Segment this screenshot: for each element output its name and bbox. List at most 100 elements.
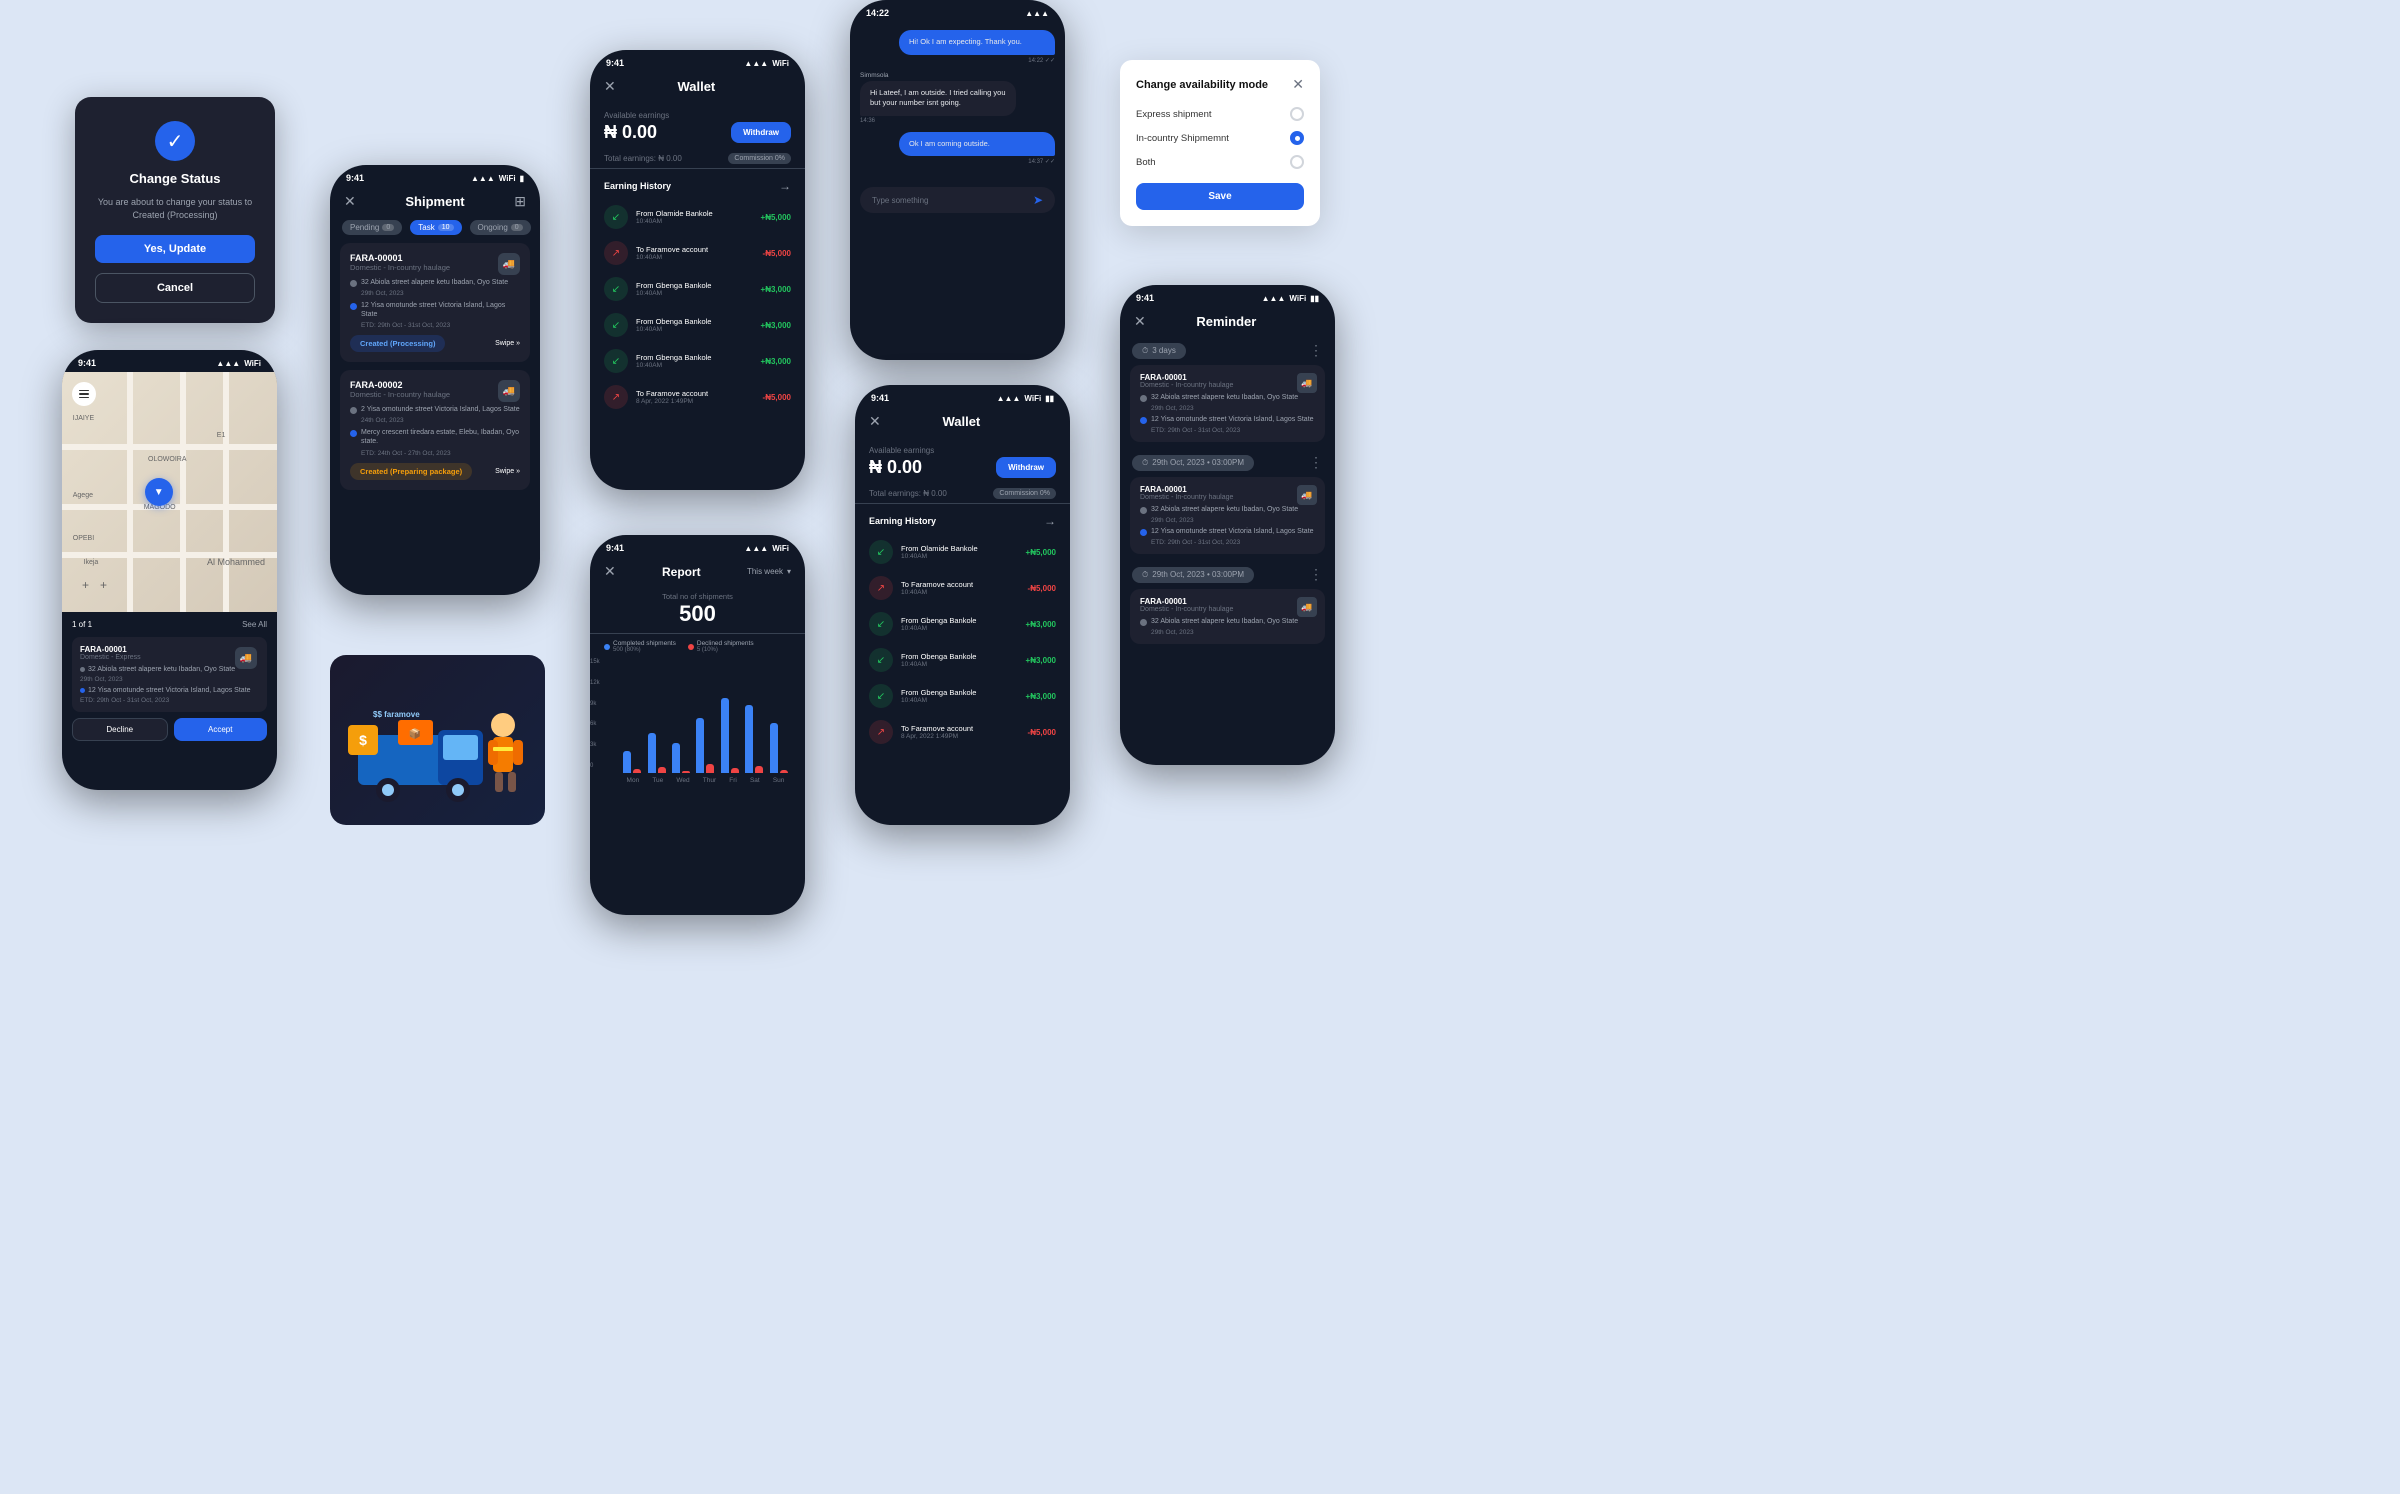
accept-button[interactable]: Accept <box>174 718 268 741</box>
tab-task[interactable]: Task 10 <box>410 220 461 235</box>
close-icon[interactable]: ✕ <box>604 78 616 95</box>
reminder-dots-3[interactable]: ⋮ <box>1309 566 1323 583</box>
status-badge: Created (Processing) <box>350 335 445 352</box>
signal-icon: ▲▲▲ <box>1025 9 1049 18</box>
close-icon[interactable]: ✕ <box>1292 76 1304 93</box>
chat-input-area[interactable]: Type something ➤ <box>860 187 1055 213</box>
y-label-3k: 3k <box>590 742 600 748</box>
tab-ongoing-badge: 0 <box>511 224 523 231</box>
option-express[interactable]: Express shipment <box>1136 107 1304 121</box>
week-selector[interactable]: This week ▾ <box>747 567 791 576</box>
illustration-svg: $ 📦 $$ faramove <box>338 675 538 805</box>
signal-icon: ▲▲▲ <box>744 544 768 553</box>
option-both-label: Both <box>1136 157 1156 168</box>
decline-button[interactable]: Decline <box>72 718 168 741</box>
time-label: 9:41 <box>78 358 96 368</box>
battery-icon: ▮ <box>520 174 524 183</box>
map-label-agege: Agege <box>73 492 93 499</box>
radio-express[interactable] <box>1290 107 1304 121</box>
illustration-box: $ 📦 $$ faramove <box>330 655 545 825</box>
phone-header: ✕ Wallet <box>855 407 1070 436</box>
modal-title: Change availability mode <box>1136 79 1268 91</box>
chart-labels: Mon Tue Wed Thur Fri Sat Sun <box>616 773 795 784</box>
y-label-0: 0 <box>590 763 600 769</box>
total-earnings-row: Total earnings: ₦ 0.00 Commission 0% <box>590 149 805 169</box>
wifi-icon: WiFi <box>1024 394 1041 403</box>
r-earning-item-5: ↙ From Gbenga Bankole 10:40AM +₦3,000 <box>855 678 1070 714</box>
filter-icon[interactable]: ⊞ <box>514 193 526 210</box>
day-thur: Thur <box>703 777 716 784</box>
radio-both[interactable] <box>1290 155 1304 169</box>
report-stats: Total no of shipments 500 <box>590 586 805 634</box>
radio-incountry[interactable] <box>1290 131 1304 145</box>
close-icon[interactable]: ✕ <box>604 563 616 580</box>
bar-group-sun <box>770 723 788 773</box>
bar-group-fri <box>721 698 739 773</box>
option-express-label: Express shipment <box>1136 109 1212 120</box>
truck-icon: 🚚 <box>1297 373 1317 393</box>
total-earnings-row: Total earnings: ₦ 0.00 Commission 0% <box>855 484 1070 504</box>
chat-bubble-2: Hi Lateef, I am outside. I tried calling… <box>860 81 1016 116</box>
send-button[interactable]: ➤ <box>1033 193 1043 207</box>
y-label-9k: 9k <box>590 701 600 707</box>
shipment-card-1: 🚚 FARA-00001 Domestic - In-country haula… <box>340 243 530 362</box>
chat-phone: 14:22 ▲▲▲ Hi! Ok I am expecting. Thank y… <box>850 0 1065 360</box>
from-dot <box>1140 619 1147 626</box>
close-icon[interactable]: ✕ <box>344 193 356 210</box>
list-header: 1 of 1 See All <box>72 620 267 629</box>
swipe-button[interactable]: Swipe » <box>495 468 520 475</box>
close-icon[interactable]: ✕ <box>1134 313 1146 330</box>
earnings-label: Available earnings <box>869 446 1056 455</box>
option-both[interactable]: Both <box>1136 155 1304 169</box>
svg-text:$: $ <box>359 732 367 748</box>
menu-button[interactable] <box>72 382 96 406</box>
yes-update-button[interactable]: Yes, Update <box>95 235 255 263</box>
reminder-dots-1[interactable]: ⋮ <box>1309 342 1323 359</box>
earning-history-arrow[interactable]: → <box>779 179 791 193</box>
earning-details: From Olamide Bankole 10:40AM <box>901 544 1018 560</box>
status-bar: 14:22 ▲▲▲ <box>850 0 1065 22</box>
reminder-card-1: 🚚 FARA-00001 Domestic - In-country haula… <box>1130 365 1325 442</box>
time-badge-3: ⏱ 29th Oct, 2023 • 03:00PM <box>1132 567 1254 583</box>
earning-icon-6: ↗ <box>604 385 628 409</box>
week-label: This week <box>747 567 783 576</box>
earning-history-arrow[interactable]: → <box>1044 514 1056 528</box>
bar-group-wed <box>672 743 690 773</box>
earning-details: To Faramove account 10:40AM <box>901 580 1020 596</box>
tab-pending-label: Pending <box>350 223 379 232</box>
shipment-id: FARA-00001 <box>80 645 259 654</box>
earning-details: From Obenga Bankole 10:40AM <box>901 652 1018 668</box>
reminder-id-2: FARA-00001 <box>1140 485 1315 494</box>
chat-time-3: 14:37 ✓✓ <box>899 158 1055 165</box>
reminder-id-1: FARA-00001 <box>1140 373 1315 382</box>
total-earnings-text: Total earnings: ₦ 0.00 <box>869 489 947 498</box>
option-incountry-label: In-country Shipmemnt <box>1136 133 1229 144</box>
from-date: 24th Oct, 2023 <box>361 417 520 424</box>
bar-mon-red <box>633 769 641 773</box>
option-incountry[interactable]: In-country Shipmemnt <box>1136 131 1304 145</box>
save-button[interactable]: Save <box>1136 183 1304 210</box>
tab-pending[interactable]: Pending 0 <box>342 220 402 235</box>
withdraw-button[interactable]: Withdraw <box>996 457 1056 478</box>
status-bar: 9:41 ▲▲▲ WiFi <box>62 350 277 372</box>
cancel-button[interactable]: Cancel <box>95 273 255 303</box>
reminder-section-2-header: ⏱ 29th Oct, 2023 • 03:00PM ⋮ <box>1120 448 1335 477</box>
bar-wed-red <box>682 771 690 773</box>
balance-section: Available earnings ₦ 0.00 Withdraw <box>855 436 1070 484</box>
tab-ongoing[interactable]: Ongoing 0 <box>470 220 531 235</box>
withdraw-button[interactable]: Withdraw <box>731 122 791 143</box>
see-all-link[interactable]: See All <box>242 620 267 629</box>
pagination-label: 1 of 1 <box>72 620 92 629</box>
time-label: 9:41 <box>606 58 624 68</box>
from-date: 29th Oct, 2023 <box>80 676 259 683</box>
commission-badge: Commission 0% <box>993 488 1056 499</box>
wallet-amount: ₦ 0.00 <box>869 457 922 478</box>
chat-placeholder: Type something <box>872 196 1027 205</box>
close-icon[interactable]: ✕ <box>869 413 881 430</box>
status-bar: 9:41 ▲▲▲ WiFi ▮ <box>330 165 540 187</box>
earning-icon: ↙ <box>869 684 893 708</box>
from-dot <box>350 280 357 287</box>
time-badge-1: ⏱ 3 days <box>1132 343 1186 359</box>
reminder-dots-2[interactable]: ⋮ <box>1309 454 1323 471</box>
swipe-button[interactable]: Swipe » <box>495 340 520 347</box>
